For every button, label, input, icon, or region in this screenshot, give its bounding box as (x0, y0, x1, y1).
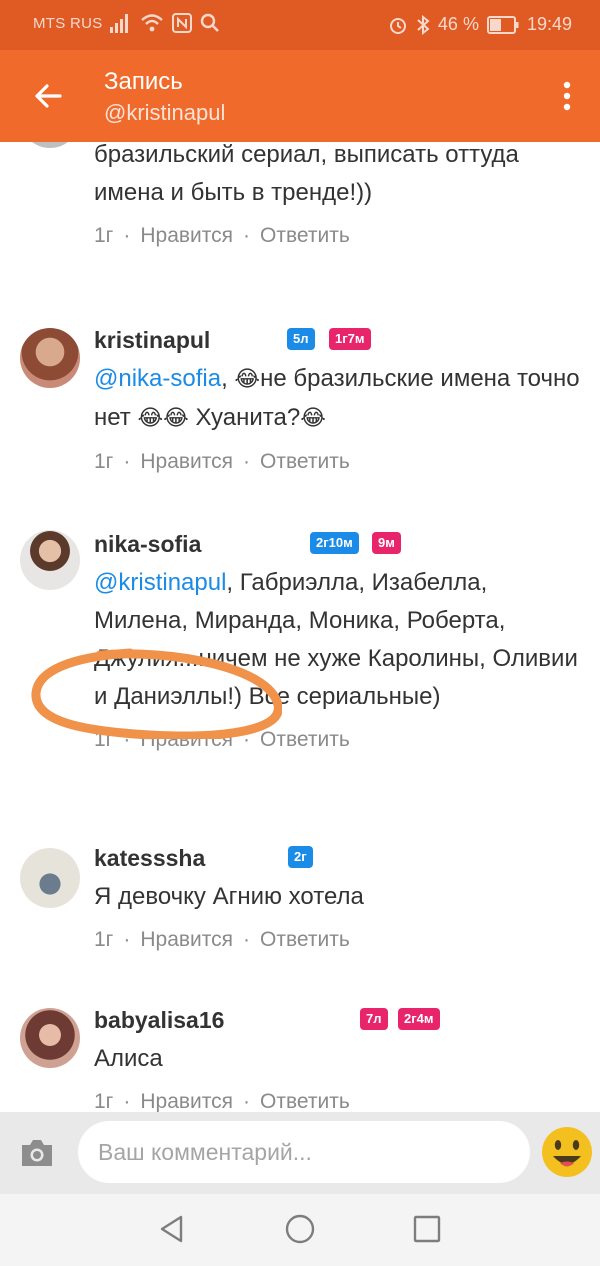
arrow-left-icon[interactable] (30, 78, 66, 114)
bluetooth-icon (417, 14, 430, 35)
more-vert-icon[interactable] (552, 78, 582, 114)
clock: 19:49 (526, 14, 572, 34)
comment-meta: 1г · Нравится · Ответить (94, 450, 580, 474)
circle-home-icon[interactable] (283, 1212, 317, 1246)
avatar[interactable] (20, 328, 80, 388)
separator-dot: · (123, 450, 131, 473)
separator-dot: · (243, 224, 251, 247)
comment-text: @nika-sofia, 😂не бразильские имена точно… (94, 360, 580, 438)
comment-time: 1г (94, 728, 114, 751)
separator-dot: · (123, 728, 131, 751)
comment-input[interactable]: Ваш комментарий... (78, 1121, 530, 1183)
separator-dot: · (123, 928, 131, 951)
comment-header: katesssha 2г (94, 838, 580, 878)
like-button[interactable]: Нравится (140, 224, 233, 248)
comment-time: 1г (94, 224, 114, 247)
comment-time: 1г (94, 450, 114, 473)
search-icon (200, 13, 219, 32)
status-right-icons: 46 % 19:49 (388, 14, 572, 35)
triangle-back-icon[interactable] (155, 1212, 189, 1246)
signal-icon (110, 14, 128, 33)
alarm-icon (389, 17, 406, 34)
like-button[interactable]: Нравится (140, 928, 233, 952)
comment-meta: 1г · Нравится · Ответить (94, 728, 580, 752)
comment-header: kristinapul 5л 1г7м (94, 320, 580, 360)
child-badge: 1г7м (329, 328, 371, 350)
app-bar: Запись @kristinapul (0, 50, 600, 142)
battery-percent: 46 % (437, 14, 479, 34)
comment-text: @kristinapul, Габриэлла, Изабелла, Милен… (94, 569, 578, 710)
child-badge: 9м (372, 532, 401, 554)
comment-text: А вообще можно включить любой бразильски… (94, 142, 519, 206)
laughing-emoji-icon: 😂😂 (137, 406, 189, 431)
comment-header: babyalisa16 7л 2г4м (94, 1000, 580, 1040)
page-subtitle[interactable]: @kristinapul (104, 100, 225, 126)
child-badge: 7л (360, 1008, 388, 1030)
carrier-label: MTS RUS (33, 15, 103, 32)
comment-time: 1г (94, 1090, 114, 1112)
nfc-icon (172, 13, 192, 33)
mention-link[interactable]: @nika-sofia (94, 365, 221, 392)
comment-author[interactable]: kristinapul (94, 327, 210, 354)
comment-text: Я девочку Агнию хотела (94, 883, 364, 910)
separator-dot: · (243, 728, 251, 751)
reply-button[interactable]: Ответить (260, 450, 350, 474)
like-button[interactable]: Нравится (140, 728, 233, 752)
avatar[interactable] (20, 1008, 80, 1068)
system-nav-bar (0, 1194, 600, 1266)
separator-dot: · (243, 1090, 251, 1112)
comments-list[interactable]: А вообще можно включить любой бразильски… (0, 142, 600, 1112)
comment-text: Алиса (94, 1045, 163, 1072)
battery-icon (486, 15, 519, 34)
laughing-emoji-icon: 😂 (234, 367, 261, 392)
comment-time: 1г (94, 928, 114, 951)
page-title: Запись (104, 68, 183, 95)
reply-button[interactable]: Ответить (260, 224, 350, 248)
child-badge: 2г4м (398, 1008, 440, 1030)
avatar[interactable] (20, 530, 80, 590)
comment-author[interactable]: katesssha (94, 845, 205, 872)
reply-button[interactable]: Ответить (260, 928, 350, 952)
status-bar: MTS RUS 46 % 19:49 (0, 0, 600, 50)
comment-meta: 1г · Нравится · Ответить (94, 1090, 580, 1112)
separator-dot: · (243, 928, 251, 951)
separator-dot: · (123, 1090, 131, 1112)
camera-icon[interactable] (18, 1136, 56, 1170)
avatar[interactable] (20, 142, 80, 148)
comment-meta: 1г · Нравится · Ответить (94, 224, 580, 248)
like-button[interactable]: Нравится (140, 1090, 233, 1112)
mention-link[interactable]: @kristinapul (94, 569, 226, 596)
separator-dot: · (243, 450, 251, 473)
comment-header: nika-sofia 2г10м 9м (94, 524, 580, 564)
status-left-icons (110, 13, 220, 33)
wifi-icon (141, 14, 163, 32)
age-badge: 2г10м (310, 532, 359, 554)
age-badge: 2г (288, 846, 313, 868)
laughing-emoji-icon: 😂 (300, 406, 326, 431)
comment-author[interactable]: nika-sofia (94, 531, 201, 558)
reply-button[interactable]: Ответить (260, 728, 350, 752)
age-badge: 5л (287, 328, 315, 350)
smiley-icon[interactable] (540, 1124, 594, 1180)
comment-author[interactable]: babyalisa16 (94, 1007, 224, 1034)
avatar[interactable] (20, 848, 80, 908)
like-button[interactable]: Нравится (140, 450, 233, 474)
comment-meta: 1г · Нравится · Ответить (94, 928, 580, 952)
reply-button[interactable]: Ответить (260, 1090, 350, 1112)
comment-composer: Ваш комментарий... (0, 1112, 600, 1194)
separator-dot: · (123, 224, 131, 247)
square-recent-icon[interactable] (410, 1212, 444, 1246)
